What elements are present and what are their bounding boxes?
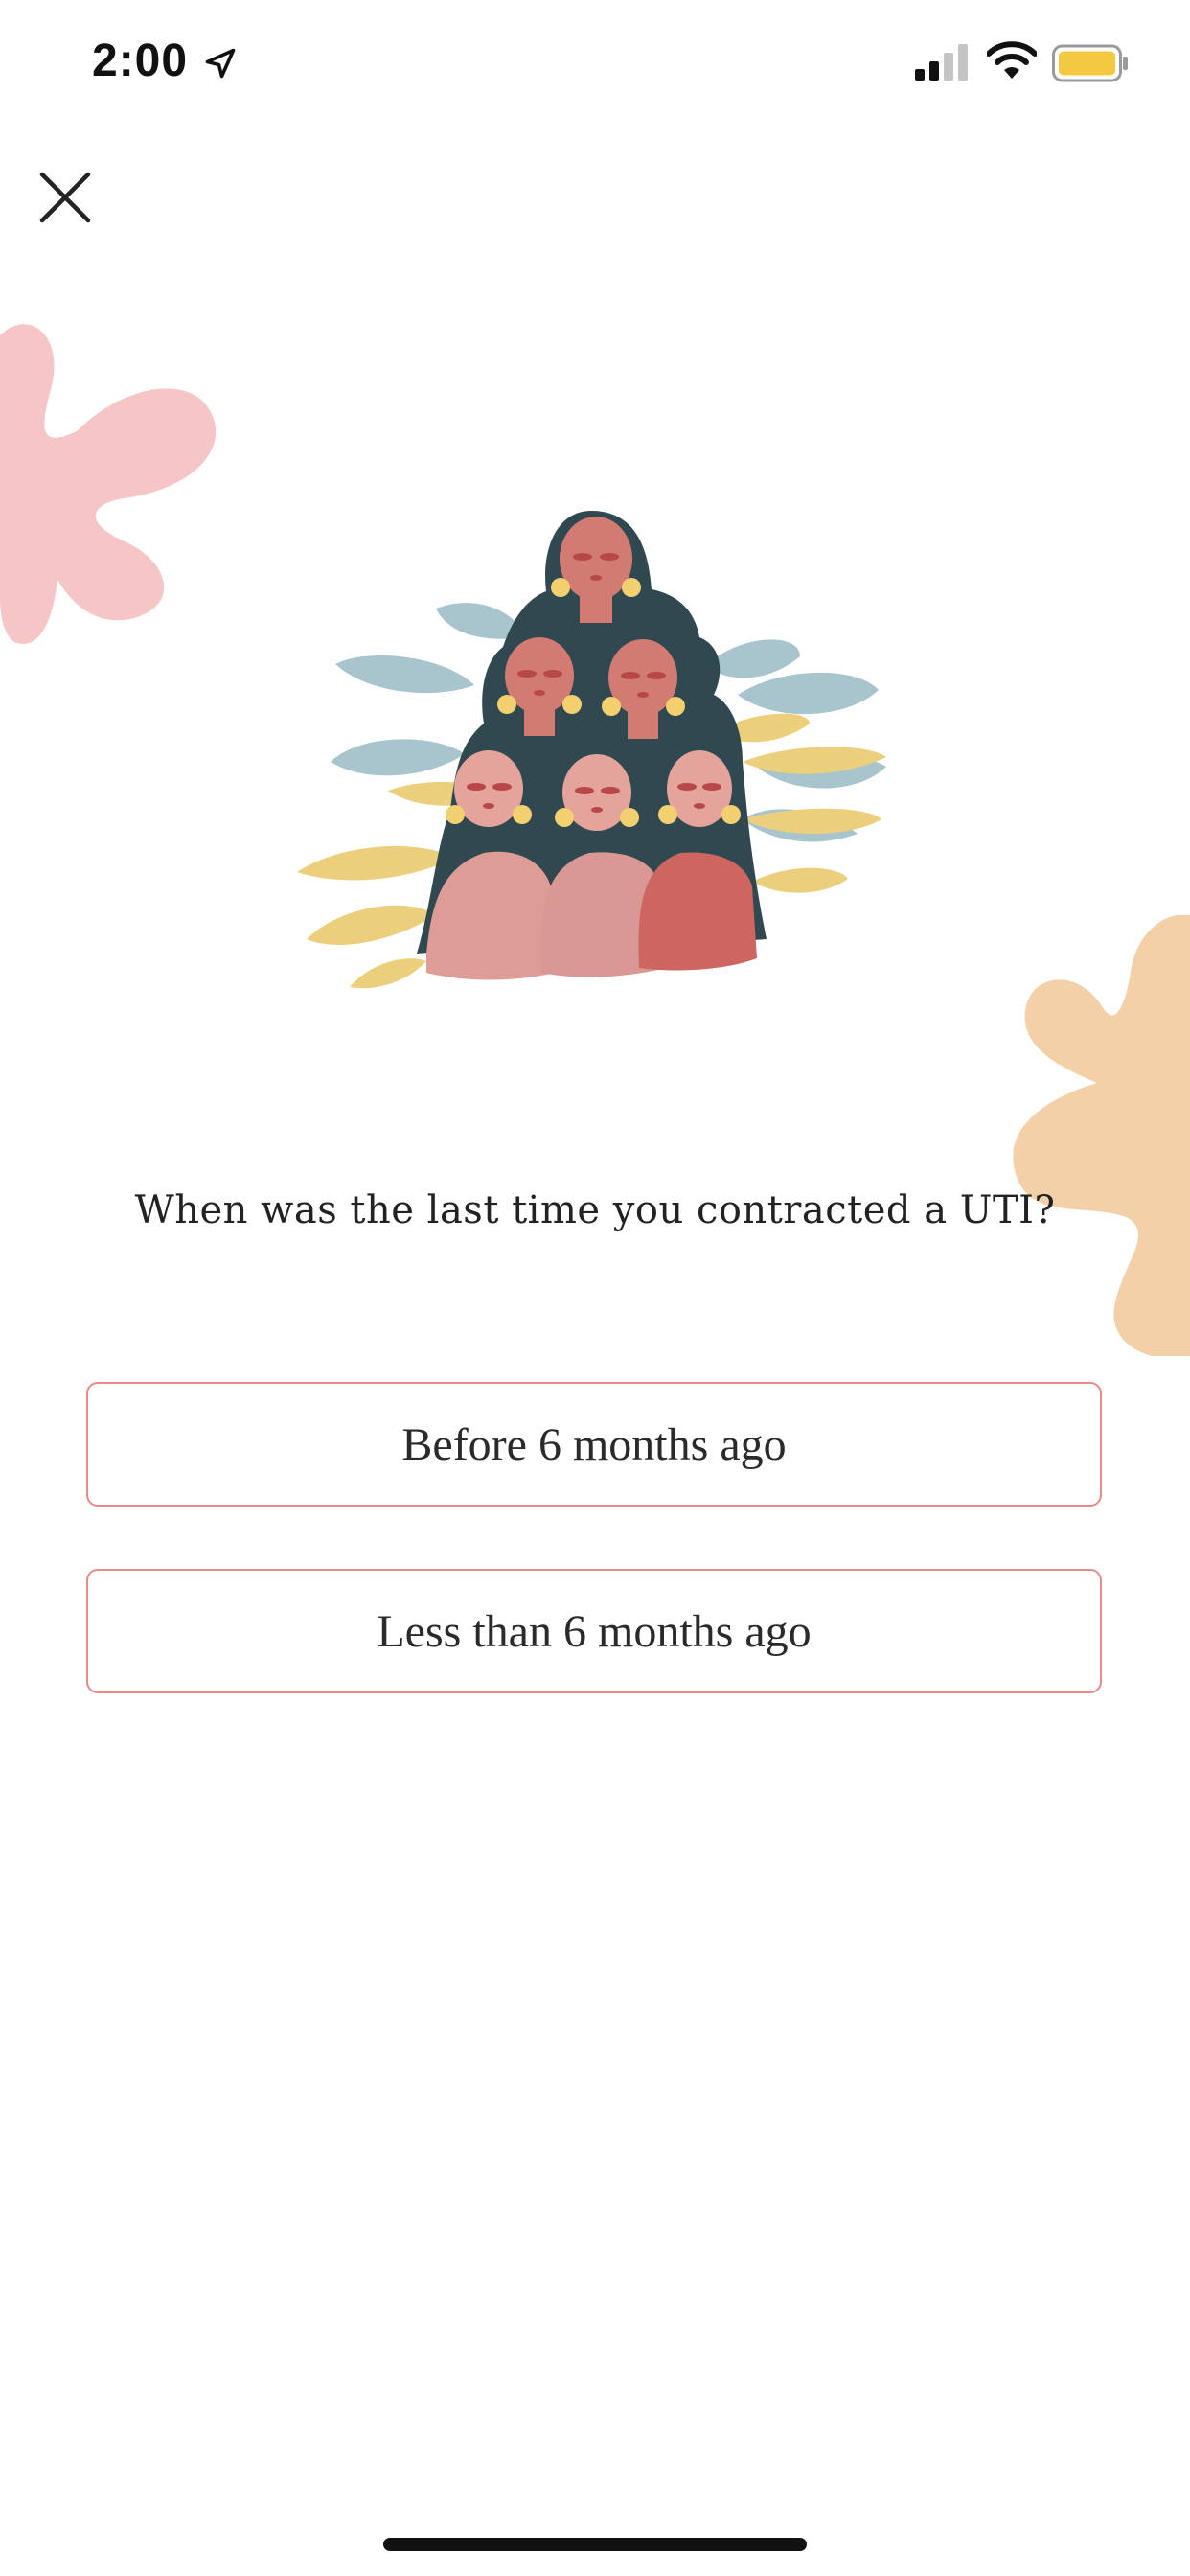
decorative-pink-blob — [0, 324, 217, 644]
location-arrow-icon — [205, 48, 236, 79]
status-bar: 2:00 — [0, 0, 1190, 129]
group-of-women-illustration — [297, 511, 886, 989]
decorative-peach-blob — [1013, 915, 1190, 1356]
cellular-signal-icon — [915, 44, 968, 80]
home-indicator[interactable] — [383, 2538, 807, 2551]
close-icon — [39, 172, 91, 223]
question-text: When was the last time you contracted a … — [134, 1188, 1056, 1232]
option-label: Less than 6 months ago — [377, 1605, 812, 1657]
close-button[interactable] — [34, 167, 96, 228]
option-before-6-months-button[interactable]: Before 6 months ago — [86, 1382, 1102, 1506]
status-time: 2:00 — [92, 35, 189, 86]
option-less-than-6-months-button[interactable]: Less than 6 months ago — [86, 1569, 1102, 1693]
wifi-icon — [987, 41, 1037, 79]
option-label: Before 6 months ago — [401, 1418, 787, 1470]
battery-icon — [1052, 44, 1128, 82]
